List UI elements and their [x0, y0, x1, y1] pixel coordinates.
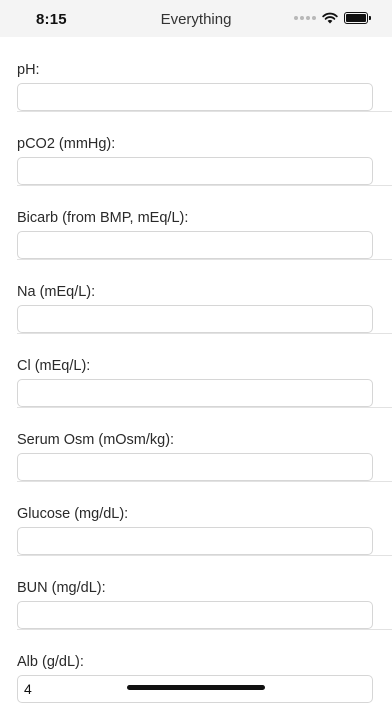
home-indicator	[127, 685, 265, 690]
field-bicarb: Bicarb (from BMP, mEq/L):	[0, 185, 392, 260]
cl-input[interactable]	[17, 379, 373, 407]
glucose-input[interactable]	[17, 527, 373, 555]
field-label: Cl (mEq/L):	[17, 358, 91, 374]
lab-values-form: pH: pCO2 (mmHg): Bicarb (from BMP, mEq/L…	[0, 37, 392, 703]
field-ph: pH:	[0, 37, 392, 112]
serum-osm-input[interactable]	[17, 453, 373, 481]
field-cl: Cl (mEq/L):	[0, 333, 392, 408]
field-label: BUN (mg/dL):	[17, 580, 106, 596]
ph-input[interactable]	[17, 83, 373, 111]
field-label: Na (mEq/L):	[17, 284, 96, 300]
field-label: Bicarb (from BMP, mEq/L):	[17, 210, 189, 226]
field-bun: BUN (mg/dL):	[0, 555, 392, 630]
pco2-input[interactable]	[17, 157, 373, 185]
field-alb: Alb (g/dL):	[0, 629, 392, 703]
field-label: Serum Osm (mOsm/kg):	[17, 432, 175, 448]
wifi-icon	[322, 12, 338, 24]
field-glucose: Glucose (mg/dL):	[0, 481, 392, 556]
status-bar: 8:15 Everything	[0, 0, 392, 37]
na-input[interactable]	[17, 305, 373, 333]
field-pco2: pCO2 (mmHg):	[0, 111, 392, 186]
field-label: Glucose (mg/dL):	[17, 506, 129, 522]
field-serum-osm: Serum Osm (mOsm/kg):	[0, 407, 392, 482]
bicarb-input[interactable]	[17, 231, 373, 259]
field-na: Na (mEq/L):	[0, 259, 392, 334]
battery-icon	[344, 12, 371, 24]
signal-dots-icon	[294, 16, 316, 20]
field-label: pCO2 (mmHg):	[17, 136, 116, 152]
field-label: Alb (g/dL):	[17, 654, 84, 670]
field-label: pH:	[17, 62, 40, 78]
bun-input[interactable]	[17, 601, 373, 629]
status-icons	[294, 12, 371, 24]
